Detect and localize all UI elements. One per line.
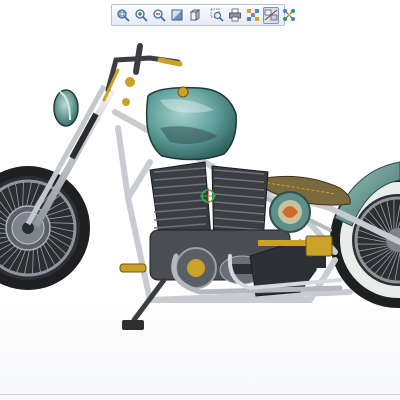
section-view-icon <box>264 9 278 21</box>
air-cleaner <box>269 191 311 233</box>
battery-terminal <box>312 256 326 268</box>
shaded-view-icon <box>171 9 183 21</box>
network-icon <box>283 9 295 21</box>
print-button[interactable] <box>227 7 243 24</box>
view-cube-icon <box>189 9 201 21</box>
zoom-window-icon <box>210 8 224 22</box>
print-icon <box>229 8 241 22</box>
zoom-fit-icon <box>117 9 130 22</box>
section-view-button[interactable] <box>263 6 279 24</box>
zoom-out-button[interactable] <box>151 7 167 24</box>
viewport-bottom-border <box>0 394 400 395</box>
motorcycle-model[interactable] <box>0 30 400 370</box>
front-wheel <box>0 166 90 290</box>
headlamp <box>53 89 79 127</box>
battery-box <box>305 235 333 257</box>
explode-button[interactable] <box>245 7 261 24</box>
zoom-in-button[interactable] <box>133 7 149 24</box>
zoom-window-button[interactable] <box>209 7 225 24</box>
network-button[interactable] <box>281 7 297 24</box>
3d-viewport[interactable] <box>0 0 400 400</box>
zoom-in-icon <box>135 9 148 22</box>
fuel-tank <box>145 86 237 161</box>
explode-icon <box>247 9 259 21</box>
shaded-view-button[interactable] <box>169 7 185 24</box>
view-toolbar <box>111 4 295 26</box>
kickstand <box>122 277 167 330</box>
view-cube-button[interactable] <box>187 7 203 24</box>
zoom-out-icon <box>153 9 166 22</box>
zoom-fit-button[interactable] <box>115 7 131 24</box>
footpeg <box>119 263 147 273</box>
